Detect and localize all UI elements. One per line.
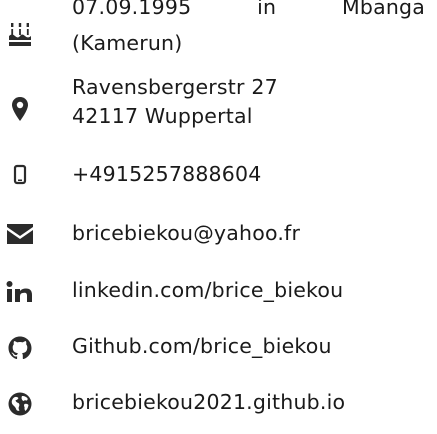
globe-icon — [3, 388, 37, 420]
email-link[interactable]: bricebiekou@yahoo.fr — [72, 219, 425, 248]
birth-word-in: in — [257, 0, 277, 19]
address-street: Ravensbergerstr 27 — [72, 75, 278, 99]
github-icon — [3, 332, 37, 364]
birth-date: 07.09.1995 — [72, 0, 192, 19]
birthday-cake-icon — [3, 18, 37, 50]
map-marker-icon — [3, 93, 37, 125]
birth-country: (Kamerun) — [72, 31, 183, 55]
linkedin-link[interactable]: linkedin.com/brice_biekou — [72, 276, 425, 305]
envelope-icon — [3, 218, 37, 250]
address-city: 42117 Wuppertal — [72, 104, 253, 128]
website-link[interactable]: bricebiekou2021.github.io — [72, 388, 425, 417]
phone-number: +4915257888604 — [72, 162, 262, 186]
linkedin-icon — [3, 276, 37, 308]
github-link[interactable]: Github.com/brice_biekou — [72, 332, 425, 361]
birth-line-1: 07.09.1995 in Mbanga — [72, 0, 425, 22]
contact-info-panel: { "contact": { "birth": { "icon": "birth… — [0, 0, 437, 434]
mobile-phone-icon — [3, 159, 37, 191]
birth-city: Mbanga — [341, 0, 425, 19]
